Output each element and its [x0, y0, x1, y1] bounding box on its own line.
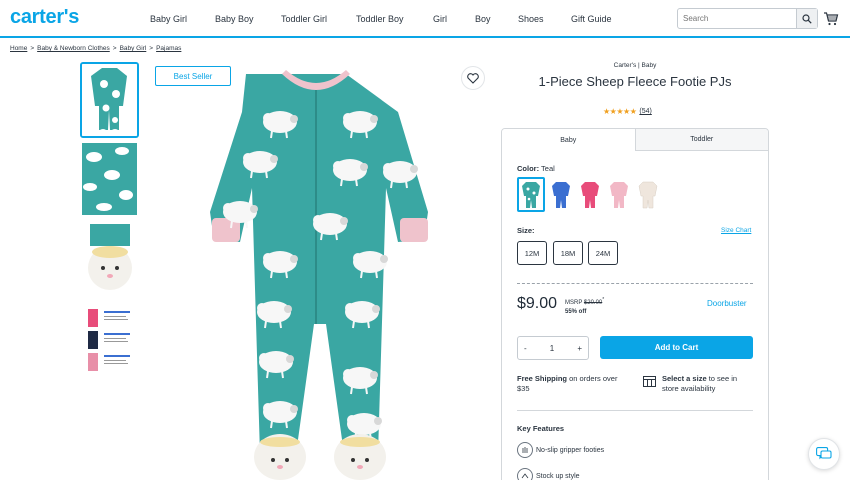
msrp-label: MSRP: [565, 300, 583, 306]
breadcrumb-pajamas[interactable]: Pajamas: [156, 45, 181, 52]
msrp-value: $20.00: [583, 300, 603, 306]
search-button[interactable]: [796, 9, 817, 28]
rating[interactable]: ★★★★★ (54): [603, 107, 652, 116]
main-nav: Baby Girl Baby Boy Toddler Girl Toddler …: [150, 0, 631, 38]
color-label-row: Color: Teal: [517, 164, 555, 173]
swatch-light-pink-image: [610, 181, 628, 208]
swatch-cream[interactable]: [636, 179, 660, 210]
swatch-blue[interactable]: [549, 179, 573, 210]
doorbuster-link[interactable]: Doorbuster: [707, 299, 747, 308]
thumbnail-3[interactable]: [82, 224, 137, 296]
size-chart-link[interactable]: Size Chart: [721, 227, 751, 234]
msrp-footnote-mark: *: [602, 297, 605, 303]
cart-icon[interactable]: [823, 12, 839, 26]
quantity-stepper: - 1 +: [517, 336, 589, 360]
key-features-title: Key Features: [517, 424, 565, 433]
purchase-panel: Baby Toddler Color: Teal Size: Size Char…: [501, 128, 769, 480]
thumbnail-fabric-image: [82, 143, 137, 215]
size-label: Size:: [517, 226, 535, 235]
divider: [517, 410, 753, 411]
discount: 55% off: [565, 309, 587, 315]
breadcrumb-baby-newborn[interactable]: Baby & Newborn Clothes: [37, 45, 110, 52]
swatch-pink-image: [581, 181, 599, 208]
swatch-pink[interactable]: [578, 179, 602, 210]
feature-item: No-slip gripper footies: [517, 442, 604, 458]
swatch-blue-image: [552, 181, 570, 208]
swatch-teal[interactable]: [517, 177, 545, 212]
tab-baby[interactable]: Baby: [502, 129, 636, 151]
size-12m-button[interactable]: 12M: [517, 241, 547, 265]
brand-line: Carter's | Baby: [613, 62, 657, 69]
free-shipping-label: Free Shipping: [517, 374, 568, 383]
review-count[interactable]: (54): [639, 108, 651, 115]
chat-icon: [816, 447, 832, 460]
nav-gift-guide[interactable]: Gift Guide: [571, 14, 631, 24]
product-title: 1-Piece Sheep Fleece Footie PJs: [538, 74, 732, 89]
nav-shoes[interactable]: Shoes: [518, 14, 571, 24]
thumbnail-footie-image: [82, 64, 137, 136]
search-input[interactable]: [678, 9, 796, 28]
swatch-cream-image: [638, 181, 658, 208]
select-size-label: Select a size: [662, 374, 707, 383]
shipping-info: Free Shipping on orders over $35: [517, 374, 627, 394]
footie-pajama-illustration: [210, 70, 428, 480]
search-icon: [802, 13, 812, 24]
swatch-teal-image: [522, 181, 540, 208]
star-rating-icon: ★★★★★: [603, 107, 637, 116]
chat-button[interactable]: [808, 438, 840, 470]
site-header: carter's Baby Girl Baby Boy Toddler Girl…: [0, 0, 850, 38]
qty-value[interactable]: 1: [550, 344, 554, 353]
nav-boy[interactable]: Boy: [475, 14, 518, 24]
nav-girl[interactable]: Girl: [433, 14, 475, 24]
stock-up-icon: [517, 468, 533, 480]
size-24m-button[interactable]: 24M: [588, 241, 618, 265]
thumbnail-foot-image: [82, 224, 137, 296]
gripper-icon: [517, 442, 533, 458]
thumbnail-1[interactable]: [80, 62, 139, 138]
search-box: [677, 8, 818, 29]
size-18m-button[interactable]: 18M: [553, 241, 583, 265]
add-to-cart-button[interactable]: Add to Cart: [600, 336, 753, 359]
qty-increment[interactable]: +: [577, 344, 582, 353]
thumbnail-sizechart-image: [82, 305, 137, 377]
color-label: Color:: [517, 164, 540, 173]
breadcrumb-home[interactable]: Home: [10, 45, 27, 52]
feature-item: Stock up style: [517, 468, 580, 480]
carters-logo[interactable]: carter's: [10, 6, 79, 29]
swatch-light-pink[interactable]: [607, 179, 631, 210]
breadcrumb: Home > Baby & Newborn Clothes > Baby Girl >…: [10, 45, 182, 52]
nav-baby-girl[interactable]: Baby Girl: [150, 14, 215, 24]
breadcrumb-baby-girl[interactable]: Baby Girl: [120, 45, 147, 52]
qty-decrement[interactable]: -: [524, 344, 527, 353]
feature-label: Stock up style: [536, 472, 580, 480]
store-availability[interactable]: Select a size to see in store availabili…: [662, 374, 754, 394]
heart-icon: [467, 72, 479, 84]
main-product-image[interactable]: [150, 62, 490, 480]
feature-label: No-slip gripper footies: [536, 446, 605, 454]
best-seller-badge: Best Seller: [155, 66, 231, 86]
color-value: Teal: [541, 164, 555, 173]
favorite-button[interactable]: [461, 66, 485, 90]
thumbnail-2[interactable]: [82, 143, 137, 215]
nav-toddler-boy[interactable]: Toddler Boy: [356, 14, 433, 24]
divider: [517, 283, 753, 284]
store-icon: [643, 376, 656, 387]
msrp-block: MSRP $20.00* 55% off: [565, 296, 604, 317]
nav-toddler-girl[interactable]: Toddler Girl: [281, 14, 356, 24]
sale-price: $9.00: [517, 295, 558, 312]
tab-toddler[interactable]: Toddler: [635, 129, 768, 151]
nav-baby-boy[interactable]: Baby Boy: [215, 14, 281, 24]
thumbnail-4[interactable]: [82, 305, 137, 377]
size-group-tabs: Baby Toddler: [502, 129, 768, 151]
